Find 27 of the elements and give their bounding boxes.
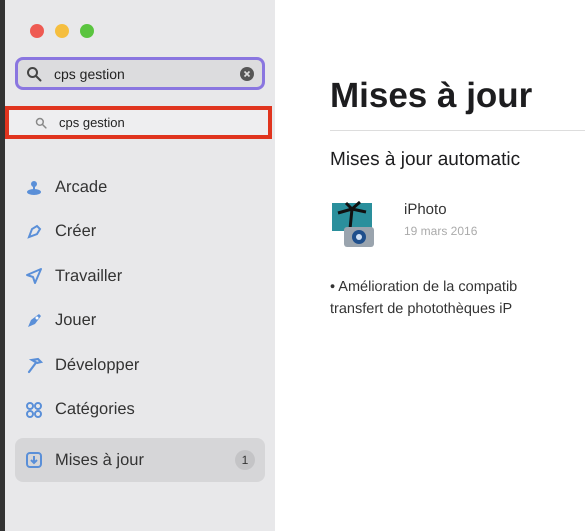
section-heading: Mises à jour automatic (330, 149, 520, 171)
grid-icon (25, 400, 43, 418)
sidebar-item[interactable]: Développer (15, 348, 265, 382)
search-input[interactable]: cps gestion (52, 64, 230, 82)
release-note: transfert de photothèques iP (330, 301, 514, 317)
hammer-icon (25, 356, 43, 374)
sidebar-item[interactable]: Jouer (15, 304, 265, 338)
search-suggestion[interactable]: cps gestion (5, 106, 272, 139)
release-note: • Amélioration de la compatib (330, 279, 518, 295)
paper-plane-icon (25, 267, 43, 285)
download-icon (25, 451, 43, 469)
sidebar-item[interactable]: Travailler (15, 259, 265, 293)
page-title: Mises à jour (330, 76, 532, 116)
search-icon (35, 116, 47, 128)
sidebar-item[interactable]: Catégories (15, 392, 265, 426)
window-control-button[interactable] (80, 24, 94, 38)
clear-icon[interactable] (240, 66, 254, 80)
search-icon (26, 66, 42, 82)
joystick-icon (25, 178, 43, 196)
app-name: iPhoto (404, 201, 448, 218)
update-date: 19 mars 2016 (404, 224, 478, 238)
sidebar-item[interactable]: Arcade (15, 170, 265, 204)
window-control-button[interactable] (30, 24, 44, 38)
sidebar-item[interactable]: Mises à jour 1 (15, 438, 265, 482)
sidebar-item[interactable]: Créer (15, 214, 265, 248)
search-field[interactable]: cps gestion (15, 57, 265, 90)
count-badge: 1 (235, 450, 255, 470)
